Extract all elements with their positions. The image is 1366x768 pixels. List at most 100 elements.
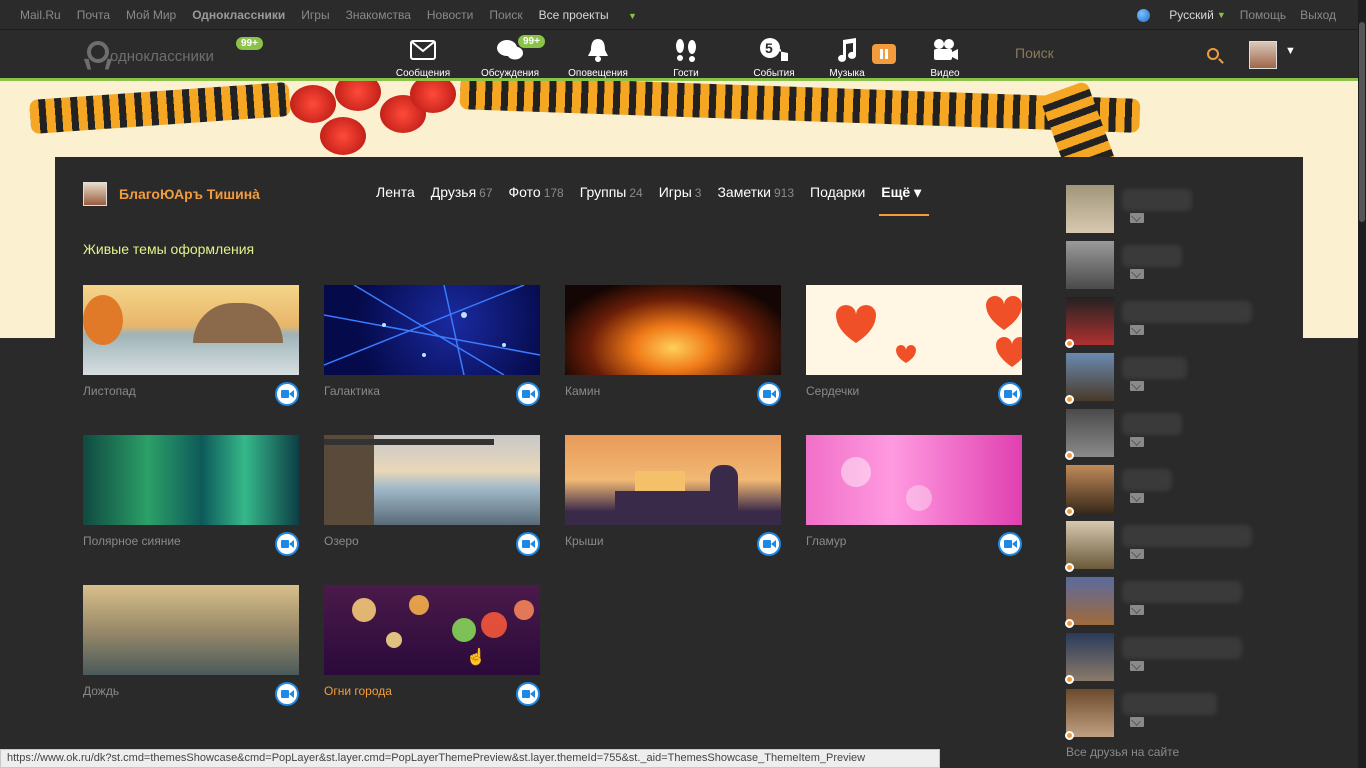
- avatar[interactable]: [1249, 41, 1277, 69]
- profile-header[interactable]: БлагоЮАръ Тишинà: [83, 182, 260, 206]
- friend-avatar[interactable]: [1066, 409, 1114, 457]
- friend-avatar[interactable]: [1066, 185, 1114, 233]
- video-preview-icon[interactable]: [998, 532, 1022, 556]
- message-icon[interactable]: [1130, 717, 1144, 727]
- theme-item[interactable]: Дождь: [83, 585, 299, 706]
- all-projects-menu[interactable]: Все проекты ▼: [539, 8, 653, 22]
- theme-label: Огни города: [324, 684, 392, 698]
- theme-thumbnail[interactable]: [83, 285, 299, 375]
- video-preview-icon[interactable]: [275, 382, 299, 406]
- friend-avatar[interactable]: [1066, 353, 1114, 401]
- video-preview-icon[interactable]: [516, 382, 540, 406]
- theme-item[interactable]: Галактика: [324, 285, 540, 406]
- theme-thumbnail[interactable]: [324, 435, 540, 525]
- video-preview-icon[interactable]: [998, 382, 1022, 406]
- friend-item[interactable]: [1065, 465, 1266, 517]
- envelope-icon: [383, 37, 463, 63]
- link-odnoklassniki[interactable]: Одноклассники: [192, 8, 285, 22]
- friend-avatar[interactable]: [1066, 577, 1114, 625]
- theme-thumbnail[interactable]: [565, 435, 781, 525]
- link-mailru[interactable]: Mail.Ru: [20, 8, 61, 22]
- theme-thumbnail[interactable]: [565, 285, 781, 375]
- friend-item[interactable]: [1065, 297, 1266, 349]
- help-link[interactable]: Помощь: [1240, 8, 1286, 22]
- scrollbar-thumb[interactable]: [1359, 22, 1365, 222]
- friend-item[interactable]: [1066, 185, 1266, 237]
- message-icon[interactable]: [1130, 437, 1144, 447]
- tab-photos[interactable]: Фото 178: [509, 184, 564, 201]
- video-preview-icon[interactable]: [516, 532, 540, 556]
- theme-item[interactable]: Гламур: [806, 435, 1022, 556]
- friend-item[interactable]: [1065, 689, 1266, 741]
- friend-item[interactable]: [1065, 633, 1266, 685]
- theme-item[interactable]: Камин: [565, 285, 781, 406]
- tab-gifts[interactable]: Подарки: [810, 184, 865, 201]
- video-preview-icon[interactable]: [516, 682, 540, 706]
- music-pause-button[interactable]: [872, 44, 896, 64]
- theme-item[interactable]: Озеро: [324, 435, 540, 556]
- tab-groups[interactable]: Группы 24: [580, 184, 643, 201]
- scrollbar[interactable]: [1358, 0, 1366, 768]
- link-igry[interactable]: Игры: [301, 8, 329, 22]
- friend-item[interactable]: [1065, 521, 1266, 573]
- search-icon[interactable]: [1207, 48, 1219, 60]
- nav-video[interactable]: Видео: [905, 37, 985, 79]
- nav-notifications[interactable]: Оповещения: [558, 37, 638, 79]
- chevron-down-icon[interactable]: ▼: [1285, 45, 1296, 57]
- friend-item[interactable]: [1066, 241, 1266, 293]
- theme-thumbnail[interactable]: ☝: [324, 585, 540, 675]
- link-moy-mir[interactable]: Мой Мир: [126, 8, 176, 22]
- nav-discussions[interactable]: Обсуждения 99+: [470, 35, 550, 79]
- friend-item[interactable]: [1065, 409, 1266, 461]
- message-icon[interactable]: [1130, 549, 1144, 559]
- mailru-topbar: Mail.Ru Почта Мой Мир Одноклассники Игры…: [0, 0, 1366, 30]
- theme-thumbnail[interactable]: [324, 285, 540, 375]
- language-selector[interactable]: Русский ▼: [1137, 8, 1226, 22]
- tab-feed[interactable]: Лента: [376, 184, 415, 201]
- link-pochta[interactable]: Почта: [77, 8, 110, 22]
- tab-more[interactable]: Ещё ▾: [879, 184, 930, 216]
- theme-thumbnail[interactable]: [806, 285, 1022, 375]
- message-icon[interactable]: [1130, 605, 1144, 615]
- theme-item[interactable]: Полярное сияние: [83, 435, 299, 556]
- video-preview-icon[interactable]: [275, 532, 299, 556]
- theme-item[interactable]: Сердечки: [806, 285, 1022, 406]
- link-znakomstva[interactable]: Знакомства: [346, 8, 411, 22]
- theme-item[interactable]: ☝ Огни города: [324, 585, 540, 706]
- tab-friends[interactable]: Друзья 67: [431, 184, 493, 201]
- link-novosti[interactable]: Новости: [427, 8, 473, 22]
- theme-item[interactable]: Крыши: [565, 435, 781, 556]
- friend-avatar[interactable]: [1066, 465, 1114, 513]
- message-icon[interactable]: [1130, 325, 1144, 335]
- ok-logo[interactable]: одноклассники 99+: [84, 37, 263, 71]
- nav-guests[interactable]: Гости: [646, 37, 726, 79]
- search-input[interactable]: [1005, 45, 1185, 61]
- friend-avatar[interactable]: [1066, 633, 1114, 681]
- video-preview-icon[interactable]: [275, 682, 299, 706]
- logout-link[interactable]: Выход: [1300, 8, 1336, 22]
- message-icon[interactable]: [1130, 381, 1144, 391]
- all-friends-link[interactable]: Все друзья на сайте: [1066, 745, 1179, 759]
- tab-notes[interactable]: Заметки 913: [717, 184, 794, 201]
- friend-item[interactable]: [1065, 577, 1266, 629]
- theme-thumbnail[interactable]: [83, 435, 299, 525]
- friend-avatar[interactable]: [1066, 689, 1114, 737]
- video-preview-icon[interactable]: [757, 382, 781, 406]
- nav-events[interactable]: 5 События: [734, 37, 814, 79]
- theme-thumbnail[interactable]: [83, 585, 299, 675]
- message-icon[interactable]: [1130, 213, 1144, 223]
- friend-avatar[interactable]: [1066, 241, 1114, 289]
- friend-avatar[interactable]: [1066, 297, 1114, 345]
- message-icon[interactable]: [1130, 269, 1144, 279]
- theme-thumbnail[interactable]: [806, 435, 1022, 525]
- message-icon[interactable]: [1130, 493, 1144, 503]
- link-poisk[interactable]: Поиск: [489, 8, 522, 22]
- message-icon[interactable]: [1130, 661, 1144, 671]
- theme-item[interactable]: Листопад: [83, 285, 299, 406]
- tab-games[interactable]: Игры 3: [659, 184, 702, 201]
- online-indicator: [1065, 395, 1074, 404]
- video-preview-icon[interactable]: [757, 532, 781, 556]
- friend-avatar[interactable]: [1066, 521, 1114, 569]
- friend-item[interactable]: [1065, 353, 1266, 405]
- nav-messages[interactable]: Сообщения: [383, 37, 463, 79]
